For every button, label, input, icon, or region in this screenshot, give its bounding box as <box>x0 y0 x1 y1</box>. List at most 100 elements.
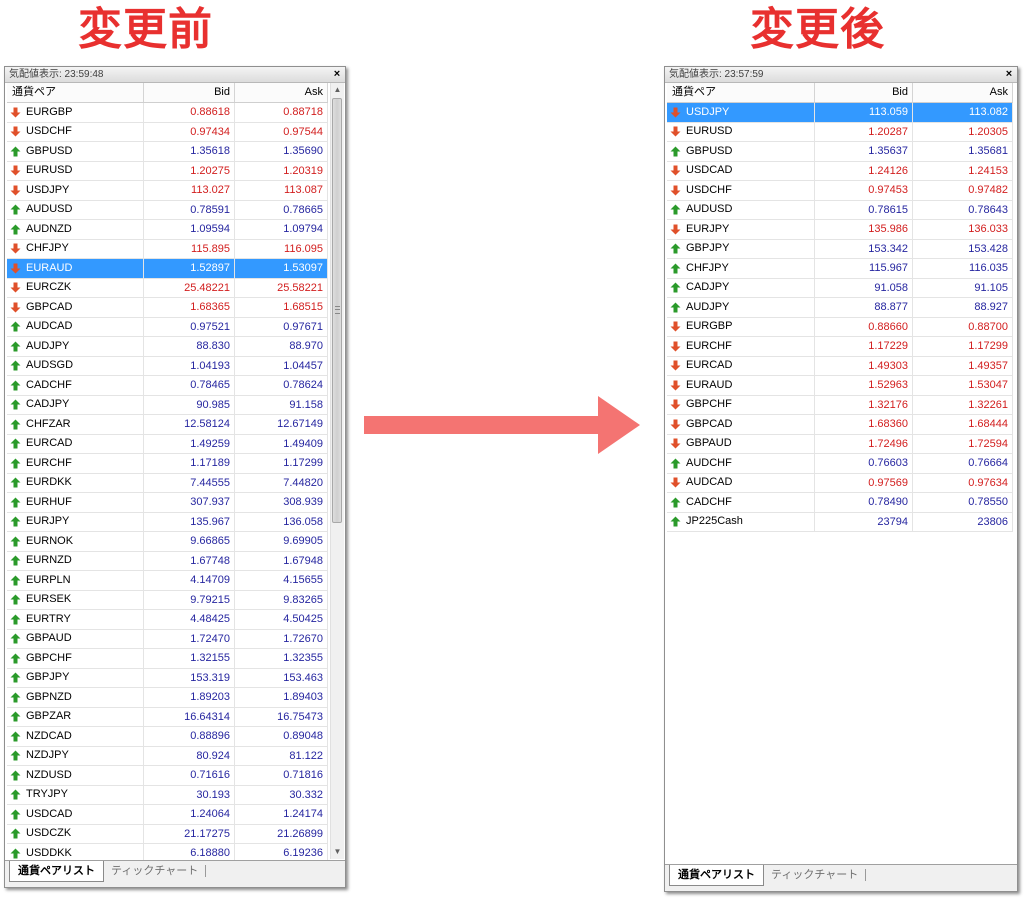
table-row[interactable]: EURJPY 135.986 136.033 <box>667 220 1013 240</box>
close-icon[interactable]: × <box>1003 68 1015 80</box>
tab-tick-chart[interactable]: ティックチャート <box>763 865 866 885</box>
table-row[interactable]: GBPJPY 153.342 153.428 <box>667 239 1013 259</box>
tab-tick-chart[interactable]: ティックチャート <box>103 861 206 881</box>
table-row[interactable]: GBPCAD 1.68360 1.68444 <box>667 415 1013 435</box>
column-header-ask[interactable]: Ask <box>913 83 1013 102</box>
table-row[interactable]: EURJPY 135.967 136.058 <box>7 512 328 532</box>
table-row[interactable]: AUDJPY 88.830 88.970 <box>7 337 328 357</box>
table-row[interactable]: CADCHF 0.78465 0.78624 <box>7 376 328 396</box>
close-icon[interactable]: × <box>331 68 343 80</box>
symbol-label: GBPCHF <box>26 651 72 664</box>
table-row[interactable]: GBPAUD 1.72496 1.72594 <box>667 434 1013 454</box>
symbol-label: USDCAD <box>26 807 73 820</box>
symbol-cell: EURUSD <box>7 161 144 180</box>
column-header-symbol[interactable]: 通貨ペア <box>667 83 815 102</box>
table-row[interactable]: EURCHF 1.17189 1.17299 <box>7 454 328 474</box>
table-row[interactable]: AUDCAD 0.97569 0.97634 <box>667 473 1013 493</box>
bid-value: 21.17275 <box>144 824 235 843</box>
bid-value: 16.64314 <box>144 707 235 726</box>
table-row[interactable]: CHFJPY 115.967 116.035 <box>667 259 1013 279</box>
table-row[interactable]: EURAUD 1.52963 1.53047 <box>667 376 1013 396</box>
table-row[interactable]: EURCAD 1.49259 1.49409 <box>7 434 328 454</box>
table-row[interactable]: GBPZAR 16.64314 16.75473 <box>7 707 328 727</box>
table-row[interactable]: GBPCAD 1.68365 1.68515 <box>7 298 328 318</box>
table-row[interactable]: CADCHF 0.78490 0.78550 <box>667 493 1013 513</box>
table-row[interactable]: EURGBP 0.88618 0.88718 <box>7 103 328 123</box>
table-row[interactable]: AUDCHF 0.76603 0.76664 <box>667 454 1013 474</box>
symbol-label: CHFJPY <box>686 261 729 274</box>
symbol-label: AUDCAD <box>686 476 733 489</box>
column-header-ask[interactable]: Ask <box>235 83 328 102</box>
table-row[interactable]: EURHUF 307.937 308.939 <box>7 493 328 513</box>
scroll-down-icon[interactable]: ▼ <box>331 845 344 859</box>
table-row[interactable]: CADJPY 90.985 91.158 <box>7 395 328 415</box>
column-header-symbol[interactable]: 通貨ペア <box>7 83 144 102</box>
symbol-cell: CADCHF <box>667 493 815 512</box>
vertical-scrollbar[interactable]: ▲ ▼ <box>330 83 344 859</box>
table-row[interactable]: NZDCAD 0.88896 0.89048 <box>7 727 328 747</box>
symbol-cell: TRYJPY <box>7 785 144 804</box>
scroll-thumb[interactable] <box>332 98 342 523</box>
tab-symbol-list[interactable]: 通貨ペアリスト <box>9 861 104 882</box>
table-row[interactable]: EURGBP 0.88660 0.88700 <box>667 317 1013 337</box>
column-header-bid[interactable]: Bid <box>144 83 235 102</box>
bid-value: 0.78591 <box>144 200 235 219</box>
table-row[interactable]: USDCAD 1.24126 1.24153 <box>667 161 1013 181</box>
table-row[interactable]: EURUSD 1.20287 1.20305 <box>667 122 1013 142</box>
table-row[interactable]: GBPCHF 1.32155 1.32355 <box>7 649 328 669</box>
scroll-up-icon[interactable]: ▲ <box>331 83 344 97</box>
table-row[interactable]: USDJPY 113.027 113.087 <box>7 181 328 201</box>
table-row[interactable]: EURCAD 1.49303 1.49357 <box>667 356 1013 376</box>
table-row[interactable]: USDCAD 1.24064 1.24174 <box>7 805 328 825</box>
table-row[interactable]: AUDSGD 1.04193 1.04457 <box>7 356 328 376</box>
table-row[interactable]: CADJPY 91.058 91.105 <box>667 278 1013 298</box>
table-row[interactable]: EURPLN 4.14709 4.15655 <box>7 571 328 591</box>
table-row[interactable]: CHFJPY 115.895 116.095 <box>7 239 328 259</box>
table-row[interactable]: EURNOK 9.66865 9.69905 <box>7 532 328 552</box>
table-row[interactable]: EURCZK 25.48221 25.58221 <box>7 278 328 298</box>
symbol-label: GBPJPY <box>686 242 730 255</box>
table-row[interactable]: TRYJPY 30.193 30.332 <box>7 785 328 805</box>
table-row[interactable]: GBPUSD 1.35637 1.35681 <box>667 142 1013 162</box>
table-row[interactable]: GBPAUD 1.72470 1.72670 <box>7 629 328 649</box>
ask-value: 308.939 <box>235 493 328 512</box>
table-row[interactable]: EURUSD 1.20275 1.20319 <box>7 161 328 181</box>
up-arrow-icon <box>10 672 21 683</box>
table-row[interactable]: GBPNZD 1.89203 1.89403 <box>7 688 328 708</box>
column-header-bid[interactable]: Bid <box>815 83 913 102</box>
table-row[interactable]: AUDUSD 0.78615 0.78643 <box>667 200 1013 220</box>
bid-value: 1.35637 <box>815 142 913 161</box>
table-row[interactable]: USDCZK 21.17275 21.26899 <box>7 824 328 844</box>
table-row[interactable]: EURAUD 1.52897 1.53097 <box>7 259 328 279</box>
table-row[interactable]: GBPUSD 1.35618 1.35690 <box>7 142 328 162</box>
table-row[interactable]: AUDCAD 0.97521 0.97671 <box>7 317 328 337</box>
bid-value: 1.68365 <box>144 298 235 317</box>
table-row[interactable]: CHFZAR 12.58124 12.67149 <box>7 415 328 435</box>
table-row[interactable]: USDCHF 0.97434 0.97544 <box>7 122 328 142</box>
bid-value: 9.66865 <box>144 532 235 551</box>
ask-value: 91.158 <box>235 395 328 414</box>
table-row[interactable]: USDCHF 0.97453 0.97482 <box>667 181 1013 201</box>
ask-value: 1.53047 <box>913 376 1013 395</box>
table-row[interactable]: AUDJPY 88.877 88.927 <box>667 298 1013 318</box>
table-row[interactable]: USDJPY 113.059 113.082 <box>667 103 1013 123</box>
table-row[interactable]: EURCHF 1.17229 1.17299 <box>667 337 1013 357</box>
table-row[interactable]: EURNZD 1.67748 1.67948 <box>7 551 328 571</box>
tab-symbol-list[interactable]: 通貨ペアリスト <box>669 865 764 886</box>
ask-value: 0.78665 <box>235 200 328 219</box>
table-row[interactable]: AUDUSD 0.78591 0.78665 <box>7 200 328 220</box>
table-row[interactable]: GBPCHF 1.32176 1.32261 <box>667 395 1013 415</box>
ask-value: 136.033 <box>913 220 1013 239</box>
table-row[interactable]: AUDNZD 1.09594 1.09794 <box>7 220 328 240</box>
ask-value: 16.75473 <box>235 707 328 726</box>
table-row[interactable]: JP225Cash 23794 23806 <box>667 512 1013 532</box>
table-row[interactable]: GBPJPY 153.319 153.463 <box>7 668 328 688</box>
ask-value: 0.89048 <box>235 727 328 746</box>
table-row[interactable]: EURDKK 7.44555 7.44820 <box>7 473 328 493</box>
table-row[interactable]: NZDJPY 80.924 81.122 <box>7 746 328 766</box>
table-row[interactable]: NZDUSD 0.71616 0.71816 <box>7 766 328 786</box>
tab-separator <box>205 865 206 877</box>
down-arrow-icon <box>670 126 681 137</box>
table-row[interactable]: EURTRY 4.48425 4.50425 <box>7 610 328 630</box>
table-row[interactable]: EURSEK 9.79215 9.83265 <box>7 590 328 610</box>
